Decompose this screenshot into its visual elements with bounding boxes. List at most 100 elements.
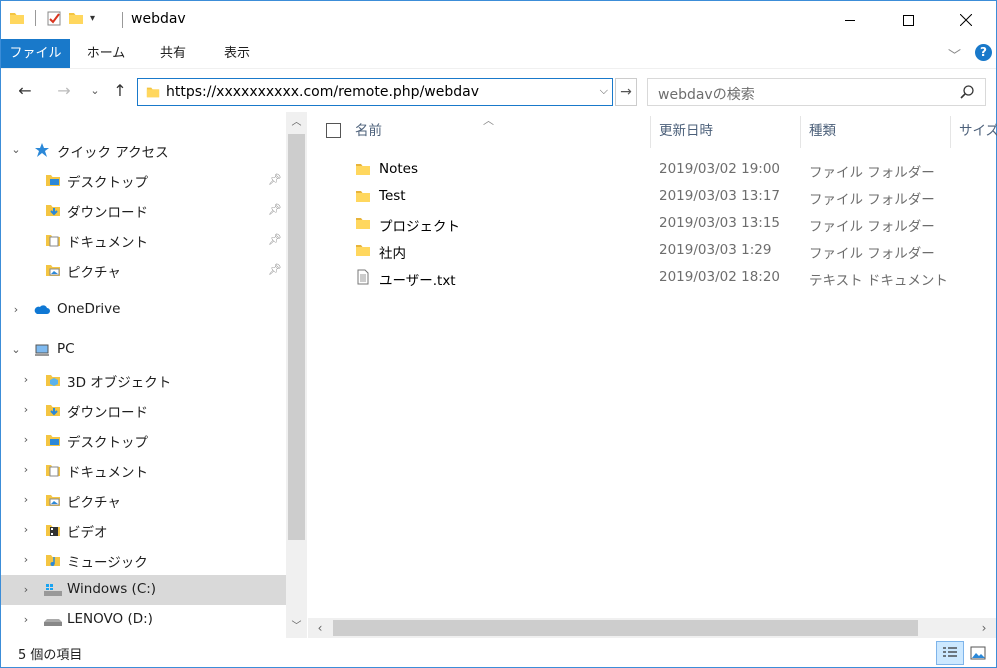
scroll-left-icon[interactable]: ‹ [310,618,330,638]
details-view-button[interactable] [936,641,964,665]
pin-icon[interactable]: 📌︎ [268,263,282,276]
tree-item-pc-desktop[interactable]: › デスクトップ [1,425,286,455]
tab-view[interactable]: 表示 [207,39,267,68]
file-type: ファイル フォルダー [809,192,935,208]
tree-item-pc-downloads[interactable]: › ダウンロード [1,395,286,425]
tab-share[interactable]: 共有 [143,39,203,68]
tree-item-desktop[interactable]: デスクトップ 📌︎ [1,165,286,195]
pin-icon[interactable]: 📌︎ [268,173,282,186]
file-name: Notes [379,161,418,177]
tree-item-videos[interactable]: › ビデオ [1,515,286,545]
chevron-right-icon[interactable]: › [20,553,32,566]
new-folder-icon[interactable] [68,10,84,26]
tree-label: デスクトップ [67,435,148,451]
up-button[interactable]: ↑ [109,80,131,102]
tree-label: デスクトップ [67,175,148,191]
tree-quick-access[interactable]: ⌄ クイック アクセス [1,135,286,165]
scrollbar-thumb[interactable] [333,620,918,636]
pin-icon[interactable]: 📌︎ [268,233,282,246]
chevron-down-icon[interactable]: ⌵ [600,84,608,98]
tree-label: ドキュメント [67,465,148,481]
sort-ascending-icon: ︿ [483,114,494,127]
file-date: 2019/03/02 18:20 [659,269,781,285]
file-list-scrollbar[interactable]: ‹ › [308,618,996,638]
chevron-down-icon[interactable]: ⌄ [10,143,22,156]
downloads-folder-icon [46,205,60,216]
chevron-right-icon[interactable]: › [20,373,32,386]
tree-onedrive[interactable]: › OneDrive [1,295,286,325]
help-icon[interactable]: ? [975,44,992,61]
title-bar: ▾ webdav [1,1,996,39]
folder-icon [356,245,370,256]
tree-label: ダウンロード [67,205,148,221]
search-placeholder[interactable]: webdavの検索 [658,84,755,104]
chevron-right-icon[interactable]: › [20,613,32,626]
expand-ribbon-icon[interactable]: ﹀ [948,45,961,64]
scroll-up-icon[interactable]: ︿ [286,114,307,132]
tree-item-music[interactable]: › ミュージック [1,545,286,575]
pictures-folder-icon [46,495,60,506]
tree-item-pc-pictures[interactable]: › ピクチャ [1,485,286,515]
tree-item-pc-documents[interactable]: › ドキュメント [1,455,286,485]
recent-locations-button[interactable]: ⌄ [84,80,106,102]
search-icon[interactable] [959,84,975,100]
chevron-right-icon[interactable]: › [20,583,32,596]
tree-label: 3D オブジェクト [67,375,172,391]
address-bar[interactable]: https://xxxxxxxxxx.com/remote.php/webdav… [137,78,613,106]
computer-icon [35,344,49,356]
folder-icon [356,218,370,229]
scroll-right-icon[interactable]: › [974,618,994,638]
search-box[interactable]: webdavの検索 [647,78,986,106]
column-divider[interactable] [800,116,801,148]
tab-file[interactable]: ファイル [1,39,70,68]
scrollbar-thumb[interactable] [288,134,305,540]
tree-label: ダウンロード [67,405,148,421]
file-row[interactable]: Notes 2019/03/02 19:00 ファイル フォルダー [308,156,996,183]
forward-button[interactable]: → [53,80,75,102]
chevron-right-icon[interactable]: › [20,403,32,416]
tree-item-pictures[interactable]: ピクチャ 📌︎ [1,255,286,285]
file-type: ファイル フォルダー [809,165,935,181]
maximize-button[interactable] [885,1,931,39]
customize-qat-icon[interactable]: ▾ [90,13,95,24]
tree-pc[interactable]: ⌄ PC [1,335,286,365]
tab-home[interactable]: ホーム [75,39,137,68]
file-row[interactable]: プロジェクト 2019/03/03 13:15 ファイル フォルダー [308,210,996,237]
scroll-down-icon[interactable]: ﹀ [286,618,307,636]
tree-label: ビデオ [67,525,108,541]
tree-item-documents[interactable]: ドキュメント 📌︎ [1,225,286,255]
column-header-type[interactable]: 種類 [809,119,836,143]
desktop-folder-icon [46,175,60,186]
column-header-name[interactable]: 名前 [355,119,382,143]
column-divider[interactable] [650,116,651,148]
properties-icon[interactable] [46,10,62,26]
close-button[interactable] [943,1,989,39]
chevron-right-icon[interactable]: › [20,493,32,506]
pin-icon[interactable]: 📌︎ [268,203,282,216]
address-text[interactable]: https://xxxxxxxxxx.com/remote.php/webdav [166,84,479,100]
select-all-checkbox[interactable] [326,123,341,138]
tree-item-downloads[interactable]: ダウンロード 📌︎ [1,195,286,225]
chevron-right-icon[interactable]: › [20,523,32,536]
column-divider[interactable] [950,116,951,148]
file-row[interactable]: ユーザー.txt 2019/03/02 18:20 テキスト ドキュメント [308,264,996,291]
column-header-size[interactable]: サイズ [959,119,997,143]
tree-item-drive-c[interactable]: › Windows (C:) [1,575,286,605]
file-row[interactable]: 社内 2019/03/03 1:29 ファイル フォルダー [308,237,996,264]
file-name: プロジェクト [379,219,460,235]
chevron-right-icon[interactable]: › [20,433,32,446]
chevron-down-icon[interactable]: ⌄ [10,343,22,356]
chevron-right-icon[interactable]: › [20,463,32,476]
minimize-button[interactable] [827,1,873,39]
navigation-scrollbar[interactable]: ︿ ﹀ [286,112,307,638]
go-button[interactable]: → [615,78,637,106]
chevron-right-icon[interactable]: › [10,303,22,316]
back-button[interactable]: ← [14,80,36,102]
tree-item-3d-objects[interactable]: › 3D オブジェクト [1,365,286,395]
column-header-date[interactable]: 更新日時 [659,119,713,143]
file-row[interactable]: Test 2019/03/03 13:17 ファイル フォルダー [308,183,996,210]
tree-item-drive-d[interactable]: › LENOVO (D:) [1,605,286,635]
downloads-folder-icon [46,405,60,416]
file-name: 社内 [379,246,406,262]
large-icons-view-button[interactable] [966,641,990,665]
